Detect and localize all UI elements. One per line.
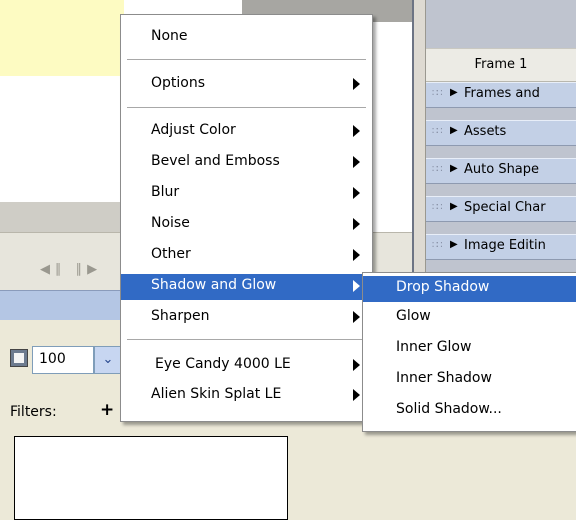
opacity-input[interactable]: 100: [32, 346, 94, 374]
menu-item-sharpen[interactable]: Sharpen: [121, 305, 372, 331]
shadow-and-glow-submenu: Drop Shadow Glow Inner Glow Inner Shadow…: [362, 272, 576, 432]
submenu-item-inner-shadow[interactable]: Inner Shadow: [363, 367, 576, 393]
menu-item-options[interactable]: Options: [121, 72, 372, 98]
expand-triangle-icon[interactable]: ▶: [450, 201, 458, 212]
grip-icon[interactable]: ∷∷: [432, 88, 443, 99]
panel-row-special-char[interactable]: ∷∷ ▶ Special Char: [426, 196, 576, 222]
submenu-item-label: Glow: [396, 308, 431, 324]
panel-row-label: Special Char: [464, 200, 546, 215]
submenu-item-glow[interactable]: Glow: [363, 305, 576, 331]
grip-icon[interactable]: ∷∷: [432, 240, 443, 251]
menu-separator: [127, 339, 366, 340]
submenu-item-solid-shadow[interactable]: Solid Shadow...: [363, 398, 576, 424]
frame-title: Frame 1: [474, 57, 528, 72]
opacity-icon: [10, 349, 28, 367]
submenu-arrow-icon: [353, 125, 360, 137]
submenu-arrow-icon: [353, 280, 360, 292]
submenu-arrow-icon: [353, 311, 360, 323]
filters-label: Filters:: [10, 404, 57, 420]
submenu-item-label: Inner Shadow: [396, 370, 492, 386]
submenu-arrow-icon: [353, 187, 360, 199]
expand-triangle-icon[interactable]: ▶: [450, 125, 458, 136]
menu-item-blur[interactable]: Blur: [121, 181, 372, 207]
menu-item-label: Eye Candy 4000 LE: [155, 356, 291, 372]
panel-row-label: Auto Shape: [464, 162, 540, 177]
chevron-down-icon[interactable]: ⌄: [94, 346, 122, 374]
submenu-arrow-icon: [353, 249, 360, 261]
menu-item-label: Adjust Color: [151, 122, 236, 138]
menu-item-label: Bevel and Emboss: [151, 153, 280, 169]
panel-splitter[interactable]: [412, 0, 426, 290]
filters-list[interactable]: [14, 436, 288, 520]
canvas-area: [0, 76, 124, 202]
menu-separator: [127, 107, 366, 108]
panel-row-label: Assets: [464, 124, 507, 139]
expand-triangle-icon[interactable]: ▶: [450, 163, 458, 174]
menu-item-label: Alien Skin Splat LE: [151, 386, 282, 402]
filters-menu: None Options Adjust Color Bevel and Embo…: [120, 14, 373, 422]
expand-triangle-icon[interactable]: ▶: [450, 87, 458, 98]
menu-item-alien-skin-splat[interactable]: Alien Skin Splat LE: [121, 383, 372, 409]
submenu-arrow-icon: [353, 156, 360, 168]
panel-row-assets[interactable]: ∷∷ ▶ Assets: [426, 120, 576, 146]
canvas-pasteboard: [0, 202, 124, 232]
timeline-nav-icon[interactable]: ◀∥ ∥▶: [40, 262, 102, 277]
menu-item-label: Options: [151, 75, 206, 91]
canvas-yellow-area: [0, 0, 124, 76]
menu-separator: [127, 59, 366, 60]
menu-item-label: Shadow and Glow: [151, 277, 277, 293]
expand-triangle-icon[interactable]: ▶: [450, 239, 458, 250]
submenu-item-label: Inner Glow: [396, 339, 472, 355]
menu-item-noise[interactable]: Noise: [121, 212, 372, 238]
frame-header: Frame 1: [426, 48, 576, 82]
submenu-arrow-icon: [353, 359, 360, 371]
panel-row-image-editing[interactable]: ∷∷ ▶ Image Editin: [426, 234, 576, 260]
submenu-item-inner-glow[interactable]: Inner Glow: [363, 336, 576, 362]
panel-row-label: Image Editin: [464, 238, 546, 253]
add-filter-button[interactable]: +: [100, 400, 114, 420]
menu-item-other[interactable]: Other: [121, 243, 372, 269]
grip-icon[interactable]: ∷∷: [432, 202, 443, 213]
menu-item-label: None: [151, 28, 188, 44]
menu-item-label: Noise: [151, 215, 190, 231]
menu-item-adjust-color[interactable]: Adjust Color: [121, 119, 372, 145]
menu-item-label: Sharpen: [151, 308, 210, 324]
panel-row-frames[interactable]: ∷∷ ▶ Frames and: [426, 82, 576, 108]
menu-item-label: Other: [151, 246, 191, 262]
submenu-item-drop-shadow[interactable]: Drop Shadow: [363, 276, 576, 302]
submenu-arrow-icon: [353, 78, 360, 90]
submenu-arrow-icon: [353, 218, 360, 230]
grip-icon[interactable]: ∷∷: [432, 164, 443, 175]
panel-row-label: Frames and: [464, 86, 540, 101]
grip-icon[interactable]: ∷∷: [432, 126, 443, 137]
panel-row-auto-shape[interactable]: ∷∷ ▶ Auto Shape: [426, 158, 576, 184]
submenu-arrow-icon: [353, 389, 360, 401]
menu-item-shadow-and-glow[interactable]: Shadow and Glow: [121, 274, 372, 300]
submenu-item-label: Drop Shadow: [396, 279, 490, 295]
menu-item-label: Blur: [151, 184, 180, 200]
menu-item-eye-candy[interactable]: Eye Candy 4000 LE: [121, 353, 372, 379]
menu-item-bevel-and-emboss[interactable]: Bevel and Emboss: [121, 150, 372, 176]
menu-item-none[interactable]: None: [121, 25, 372, 51]
submenu-item-label: Solid Shadow...: [396, 401, 502, 417]
